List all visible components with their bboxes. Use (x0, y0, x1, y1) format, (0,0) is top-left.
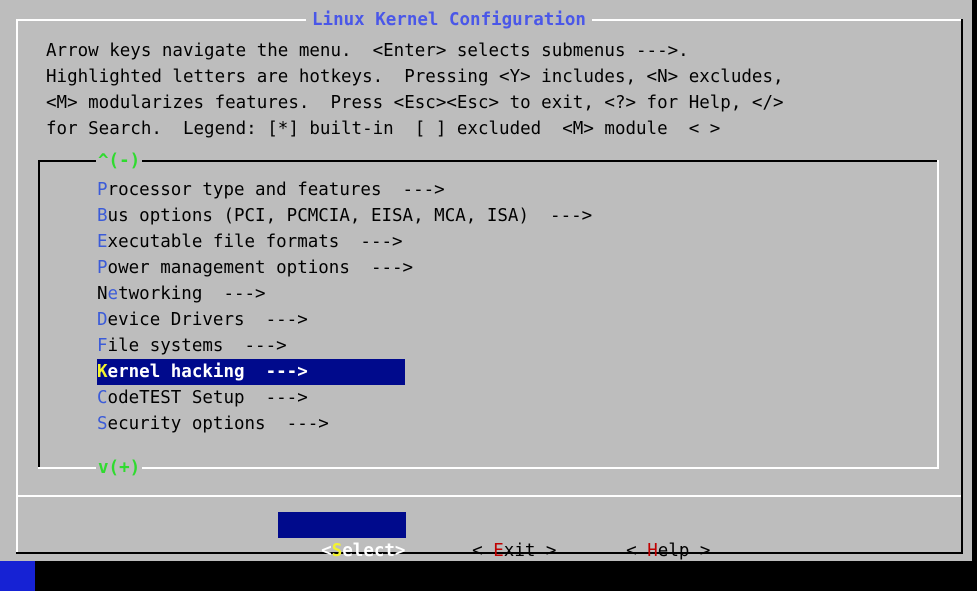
menu-item[interactable]: Processor type and features ---> (97, 177, 445, 203)
help-text-line-4: for Search. Legend: [*] built-in [ ] exc… (46, 119, 721, 139)
help-button[interactable]: < Help > (584, 512, 710, 561)
exit-button[interactable]: < Exit > (430, 512, 556, 561)
dialog-title: Linux Kernel Configuration (306, 9, 592, 31)
terminal-cursor (0, 561, 35, 591)
menu-item-hotkey: e (107, 284, 119, 304)
menu-item-hotkey: S (97, 414, 108, 434)
menu-item-label: evice Drivers ---> (107, 310, 308, 330)
menu-item-label: ower management options ---> (107, 258, 414, 278)
menu-item[interactable]: File systems ---> (97, 333, 287, 359)
menu-item-hotkey: B (97, 206, 108, 226)
menu-item-label: xecutable file formats ---> (107, 232, 403, 252)
menu-item-hotkey: F (97, 336, 108, 356)
menu-item[interactable]: Device Drivers ---> (97, 307, 308, 333)
menu-item[interactable]: Security options ---> (97, 411, 329, 437)
menu-item-hotkey: C (97, 388, 108, 408)
help-text-line-1: Arrow keys navigate the menu. <Enter> se… (46, 41, 689, 61)
select-button[interactable]: <Select> (278, 512, 407, 561)
menu-item[interactable]: CodeTEST Setup ---> (97, 385, 308, 411)
menu-item-label: ernel hacking ---> (107, 362, 308, 382)
menu-item-hotkey: K (97, 362, 108, 382)
help-button-hotkey: H (647, 541, 658, 561)
menu-item-hotkey: E (97, 232, 108, 252)
menu-item-label: N (97, 284, 108, 304)
help-button-label: elp > (657, 541, 711, 561)
menu-item-label: odeTEST Setup ---> (107, 388, 308, 408)
menu-item-label: rocessor type and features ---> (107, 180, 445, 200)
select-button-label: elect> (342, 541, 406, 561)
menu-box-border-left (38, 160, 40, 468)
menu-item-hotkey: P (97, 180, 108, 200)
help-text-line-3: <M> modularizes features. Press <Esc><Es… (46, 93, 784, 113)
menu-box-border-bottom (38, 467, 939, 469)
terminal-bottom-bar (0, 561, 977, 591)
help-text-line-2: Highlighted letters are hotkeys. Pressin… (46, 67, 784, 87)
exit-button-hotkey: E (493, 541, 504, 561)
menu-item-label: tworking ---> (118, 284, 266, 304)
menu-item-label: ecurity options ---> (107, 414, 329, 434)
menu-item[interactable]: Bus options (PCI, PCMCIA, EISA, MCA, ISA… (97, 203, 592, 229)
button-separator (18, 495, 961, 497)
help-button-open: < (626, 541, 648, 561)
select-button-hotkey: S (331, 541, 343, 561)
menu-item-hotkey: D (97, 310, 108, 330)
menu-item[interactable]: Power management options ---> (97, 255, 413, 281)
menu-item[interactable]: Networking ---> (97, 281, 266, 307)
menu-box-border-right (937, 160, 939, 468)
dialog-border-left (16, 19, 18, 552)
exit-button-label: xit > (503, 541, 557, 561)
menu-item[interactable]: Executable file formats ---> (97, 229, 403, 255)
dialog-border-right (961, 19, 963, 552)
menu-item-hotkey: P (97, 258, 108, 278)
config-dialog: Linux Kernel Configuration Arrow keys na… (0, 0, 972, 561)
scroll-down-indicator: v(+) (96, 458, 143, 478)
menu-item-label: ile systems ---> (107, 336, 287, 356)
select-button-open: < (321, 541, 332, 561)
terminal-right-edge (972, 0, 977, 561)
scroll-up-indicator: ^(-) (96, 151, 143, 171)
exit-button-open: < (472, 541, 494, 561)
menu-item[interactable]: Kernel hacking ---> (97, 359, 405, 385)
menu-item-label: us options (PCI, PCMCIA, EISA, MCA, ISA)… (107, 206, 593, 226)
menu-box-border-top (38, 160, 938, 162)
